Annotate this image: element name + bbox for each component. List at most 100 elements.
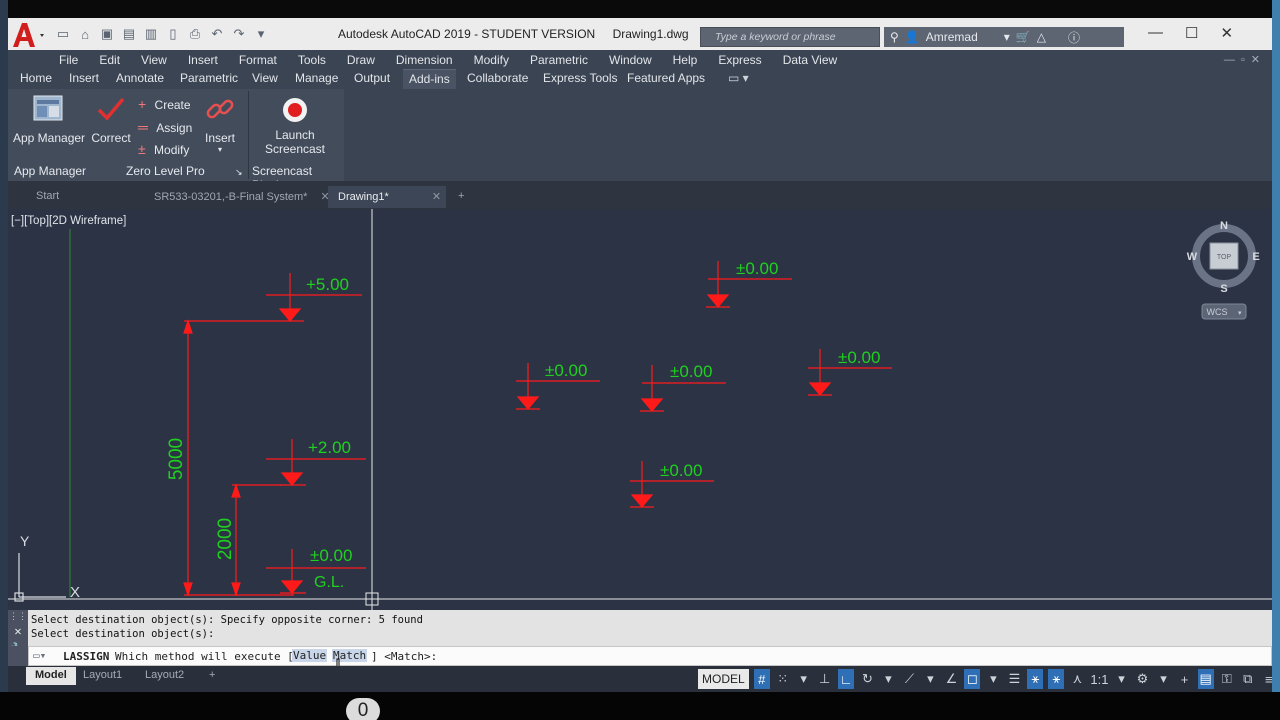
menu-insert[interactable]: Insert (188, 53, 218, 67)
a360-icon[interactable]: △ (1037, 30, 1046, 44)
correct-button[interactable]: Correct (88, 93, 134, 145)
tab-featured-apps[interactable]: Featured Apps (627, 71, 705, 85)
menu-edit[interactable]: Edit (99, 53, 120, 67)
close-icon[interactable]: ✕ (1220, 24, 1233, 42)
auto-scale-icon[interactable]: ⚹ (1048, 669, 1065, 689)
tab-insert[interactable]: Insert (69, 71, 99, 85)
user-area[interactable]: ⚲ 👤 Amremad ▾ 🛒 △ ⓘ (884, 27, 1124, 47)
new-tab-icon[interactable]: + (448, 186, 478, 208)
object-snap-icon[interactable]: ◻ (964, 669, 981, 689)
workspace-dropdown-icon[interactable]: ▾ (1156, 669, 1172, 689)
user-name[interactable]: Amremad (926, 30, 978, 44)
tab-add-ins[interactable]: Add-ins (403, 69, 456, 89)
create-button[interactable]: + Create (138, 96, 191, 112)
drawing-canvas[interactable]: [−][Top][2D Wireframe] 5000 2000 +5.00 +… (8, 209, 1272, 610)
qat-dropdown-icon[interactable]: ▾ (252, 25, 270, 43)
isodraft-icon[interactable]: ⟋ (901, 669, 917, 689)
annotation-scale-value[interactable]: 1:1 (1090, 669, 1108, 689)
menu-dimension[interactable]: Dimension (396, 53, 453, 67)
tab-home[interactable]: Home (20, 71, 52, 85)
layout-tab-layout1[interactable]: Layout1 (74, 667, 131, 685)
annotation-scale-icon[interactable]: ⋏ (1069, 669, 1085, 689)
menu-help[interactable]: Help (673, 53, 698, 67)
graphics-performance-icon[interactable]: ⧉ (1240, 669, 1256, 689)
assign-button[interactable]: ═ Assign (138, 119, 192, 135)
app-manager-button[interactable]: App Manager (13, 93, 85, 145)
units-icon[interactable]: ▤ (1197, 669, 1214, 689)
save-web-icon[interactable]: ▥ (142, 25, 160, 43)
save-as-icon[interactable]: ▤ (120, 25, 138, 43)
isodraft-dropdown-icon[interactable]: ▾ (922, 669, 938, 689)
open-folder-icon[interactable]: ⌂ (76, 25, 94, 43)
tab-parametric[interactable]: Parametric (180, 71, 238, 85)
file-tab-start[interactable]: Start (26, 186, 144, 208)
file-tab-drawing1[interactable]: Drawing1* ✕ (328, 186, 446, 208)
binoculars-icon[interactable]: ⚲ (890, 30, 899, 44)
menu-file[interactable]: File (59, 53, 78, 67)
tab-view[interactable]: View (252, 71, 278, 85)
tab-manage[interactable]: Manage (295, 71, 338, 85)
snap-dropdown-icon[interactable]: ▾ (796, 669, 812, 689)
file-tab-sr533[interactable]: SR533-03201,-B-Final System* ✕ (144, 186, 330, 208)
menu-format[interactable]: Format (239, 53, 277, 67)
snap-icon[interactable]: ⁙ (775, 669, 791, 689)
layout-tab-model[interactable]: Model (26, 667, 76, 685)
menu-view[interactable]: View (141, 53, 167, 67)
menu-draw[interactable]: Draw (347, 53, 375, 67)
plus-minus-icon: ± (138, 141, 146, 157)
new-file-icon[interactable]: ▭ (54, 25, 72, 43)
menu-data-view[interactable]: Data View (783, 53, 837, 67)
ortho-icon[interactable]: ∟ (837, 669, 855, 689)
polar-dropdown-icon[interactable]: ▾ (880, 669, 896, 689)
undo-icon[interactable]: ↶ (208, 25, 226, 43)
autocad-logo-icon[interactable] (10, 20, 50, 50)
panel-launcher-icon[interactable]: ↘ (235, 167, 243, 178)
cart-icon[interactable]: 🛒 (1016, 30, 1031, 44)
modify-button[interactable]: ± Modify (138, 141, 189, 157)
customization-menu-icon[interactable]: ≡ (1261, 669, 1277, 689)
publish-icon[interactable]: ▯ (164, 25, 182, 43)
menu-express[interactable]: Express (718, 53, 761, 67)
command-prompt-icon[interactable]: ▭▾ (33, 649, 46, 662)
close-command-icon[interactable]: ✕ (8, 624, 28, 638)
add-layout-icon[interactable]: + (200, 667, 224, 685)
tab-output[interactable]: Output (354, 71, 390, 85)
redo-icon[interactable]: ↷ (230, 25, 248, 43)
launch-screencast-button[interactable]: Launch Screencast (258, 96, 332, 156)
workspace-gear-icon[interactable]: ⚙ (1135, 669, 1151, 689)
osnap-dropdown-icon[interactable]: ▾ (985, 669, 1001, 689)
layout-tab-layout2[interactable]: Layout2 (136, 667, 193, 685)
tab-annotate[interactable]: Annotate (116, 71, 164, 85)
object-snap-tracking-icon[interactable]: ∠ (943, 669, 959, 689)
minimize-icon[interactable]: — (1148, 24, 1163, 42)
search-input[interactable]: Type a keyword or phrase (700, 27, 880, 47)
plot-icon[interactable]: ⎙ (186, 25, 204, 43)
lineweight-icon[interactable]: ☰ (1006, 669, 1022, 689)
grip-icon[interactable]: ⋮⋮ (8, 612, 28, 622)
command-input[interactable]: ▭▾ LASSIGN Which method will execute [ V… (28, 646, 1272, 666)
tab-collaborate[interactable]: Collaborate (467, 71, 528, 85)
maximize-icon[interactable]: ☐ (1185, 24, 1198, 42)
user-dropdown-icon[interactable]: ▾ (1004, 30, 1010, 44)
close-tab-icon[interactable]: ✕ (432, 191, 441, 203)
annotation-visibility-icon[interactable]: ⚹ (1027, 669, 1044, 689)
infer-constraints-icon[interactable]: ⊥ (817, 669, 833, 689)
grid-icon[interactable]: # (753, 669, 770, 689)
model-space-button[interactable]: MODEL (698, 669, 749, 689)
insert-button[interactable]: Insert ▾ (202, 93, 238, 154)
option-value[interactable]: Value (292, 649, 328, 662)
save-icon[interactable]: ▣ (98, 25, 116, 43)
polar-icon[interactable]: ↻ (859, 669, 875, 689)
menu-window[interactable]: Window (609, 53, 652, 67)
annotation-monitor-icon[interactable]: + (1177, 669, 1193, 689)
menu-modify[interactable]: Modify (474, 53, 509, 67)
drawing-window-controls[interactable]: —▫✕ (1224, 53, 1266, 66)
quick-properties-icon[interactable]: ⚿ (1219, 669, 1235, 689)
tab-express-tools[interactable]: Express Tools (543, 71, 617, 85)
scale-dropdown-icon[interactable]: ▾ (1114, 669, 1130, 689)
help-icon[interactable]: ⓘ (1068, 29, 1080, 46)
viewcube[interactable]: TOP N S E W WCS ▾ (1187, 220, 1260, 320)
menu-parametric[interactable]: Parametric (530, 53, 588, 67)
ribbon-options-icon[interactable]: ▭ ▾ (728, 71, 749, 85)
menu-tools[interactable]: Tools (298, 53, 326, 67)
